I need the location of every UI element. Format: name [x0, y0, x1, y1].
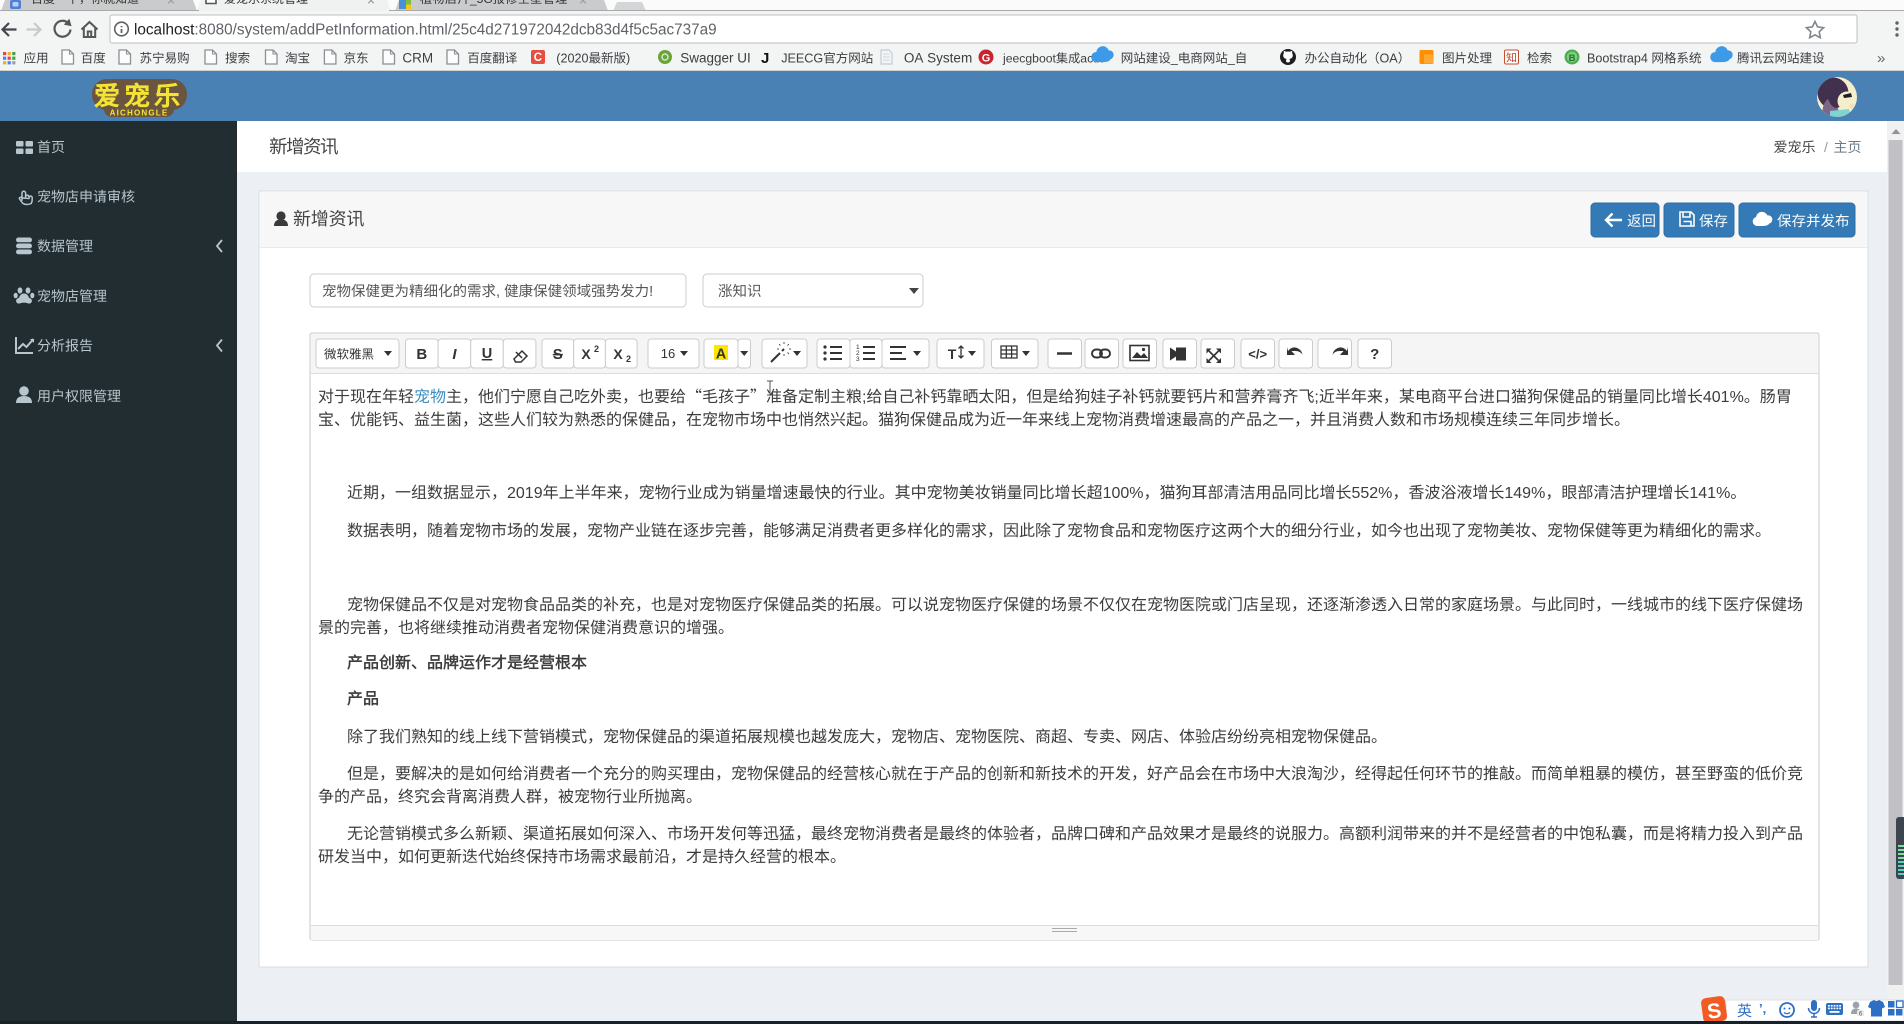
svg-text:): ): [626, 52, 630, 66]
svg-text:!: !: [649, 284, 653, 300]
svg-text:?: ?: [1370, 346, 1379, 363]
svg-text:B: B: [1569, 53, 1576, 64]
svg-text:149%: 149%: [1504, 485, 1545, 502]
svg-text:U: U: [482, 346, 492, 362]
svg-text:G: G: [982, 53, 991, 65]
svg-text:</>: </>: [1248, 347, 1267, 362]
svg-text:jeecgboot: jeecgboot: [1002, 52, 1057, 66]
svg-text:;: ;: [862, 389, 866, 406]
svg-text:B: B: [416, 346, 427, 363]
svg-text:S: S: [553, 346, 563, 363]
svg-text:»: »: [1877, 50, 1885, 67]
svg-text:localhost: localhost: [134, 22, 195, 39]
svg-text:Bootstrap4: Bootstrap4: [1587, 52, 1648, 66]
svg-text:AICHONGLE: AICHONGLE: [110, 109, 169, 118]
svg-text:(2020: (2020: [556, 52, 588, 66]
svg-text:2: 2: [626, 354, 631, 364]
svg-text:OA System: OA System: [904, 51, 972, 66]
svg-text:_: _: [1170, 52, 1179, 66]
svg-text:552%: 552%: [1352, 485, 1393, 502]
svg-text:/: /: [1824, 139, 1828, 155]
svg-text:Swagger UI: Swagger UI: [680, 51, 751, 66]
svg-text:,: ,: [496, 284, 500, 300]
svg-text:2: 2: [594, 344, 599, 354]
svg-text:A: A: [716, 347, 727, 363]
svg-text:J: J: [761, 50, 769, 67]
svg-text:16: 16: [661, 346, 675, 361]
svg-text:141%: 141%: [1689, 485, 1730, 502]
svg-text:X: X: [581, 346, 591, 362]
svg-text:100%: 100%: [1103, 485, 1144, 502]
svg-text:JEECG: JEECG: [781, 52, 823, 66]
svg-text:T: T: [948, 346, 957, 362]
svg-text:OA: OA: [1380, 52, 1399, 66]
svg-text:_5G: _5G: [469, 0, 493, 6]
svg-text:CRM: CRM: [402, 51, 433, 66]
svg-text:X: X: [613, 346, 623, 362]
svg-text:3: 3: [856, 356, 860, 363]
svg-text:;: ;: [1314, 389, 1318, 406]
svg-text::8080/system/addPetInformation: :8080/system/addPetInformation.html/25c4…: [194, 22, 716, 39]
svg-text:2019: 2019: [507, 485, 543, 502]
svg-text:C: C: [534, 52, 542, 64]
svg-text:_: _: [1227, 52, 1236, 66]
svg-text:’,: ’,: [1759, 1001, 1766, 1016]
svg-text:401%: 401%: [1703, 389, 1744, 406]
